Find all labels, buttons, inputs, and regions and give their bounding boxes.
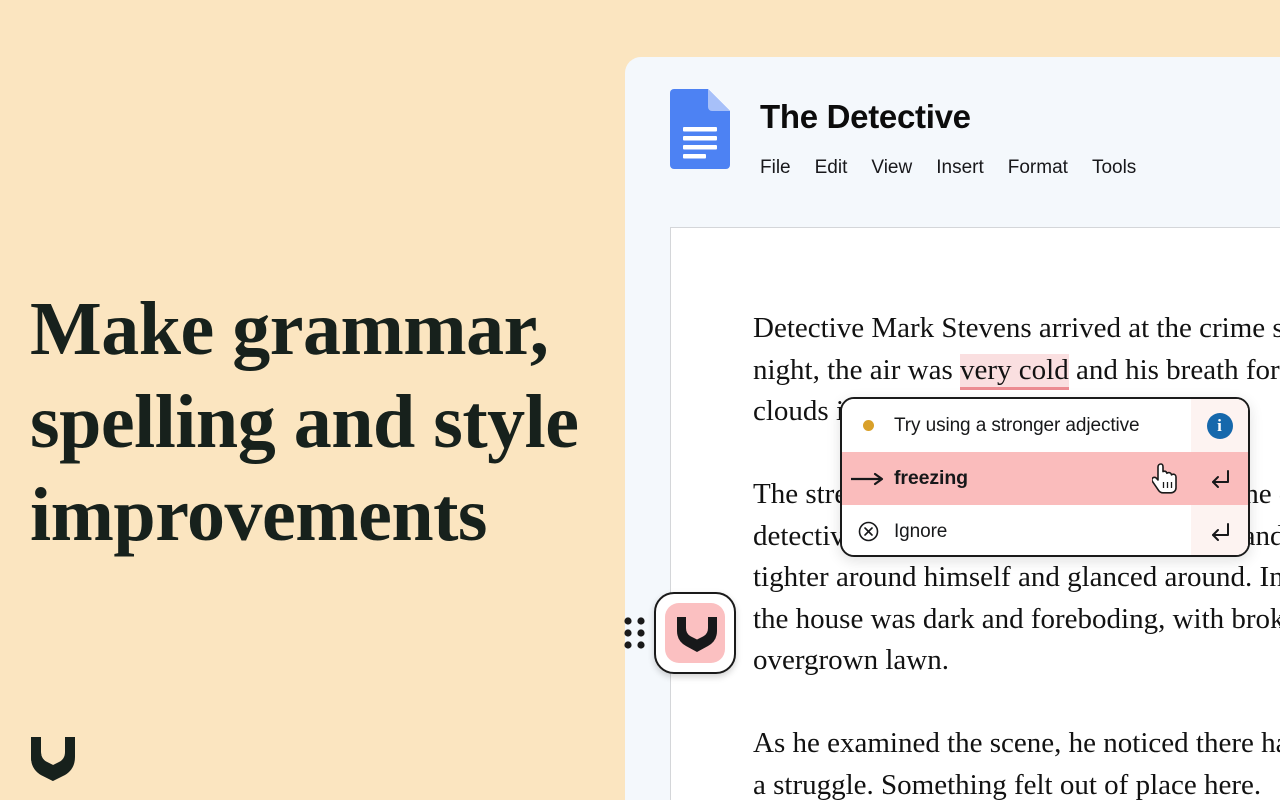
headline-word-make: Make [30,287,233,371]
wordtune-bird-logo-icon [29,735,77,781]
headline-comma: , [529,287,549,371]
suggestion-row-ignore[interactable]: Ignore [842,505,1248,555]
return-key-icon-ignore[interactable] [1191,505,1248,555]
pointing-hand-cursor [1151,462,1182,498]
grammar-highlight-very-cold[interactable]: very cold [959,353,1069,390]
suggestion-replacement-label: freezing [894,467,968,489]
suggestion-row-replacement[interactable]: freezing [842,452,1248,505]
page-headline: Make grammar, spelling and style improve… [30,283,620,562]
paragraph-3: As he examined the scene, he noticed the… [753,727,1280,800]
menu-item-insert[interactable]: Insert [936,157,984,179]
assistant-toggle-button[interactable] [654,592,736,674]
menu-bar: File Edit View Insert Format Tools [760,157,1136,179]
info-icon-badge: i [1206,412,1233,439]
headline-word-style: style [433,380,579,464]
google-docs-icon [670,89,730,169]
info-icon[interactable]: i [1191,399,1248,452]
drag-dots-icon[interactable] [624,617,646,649]
wordtune-bird-logo-icon [677,617,717,652]
suggestion-ignore-label: Ignore [894,520,948,542]
headline-word-grammar: grammar [232,287,530,371]
bullet-dot-icon [842,420,894,431]
circle-x-icon [842,521,894,542]
grammar-suggestion-popup[interactable]: Try using a stronger adjective i freezin… [840,397,1250,557]
headline-word-improvements: improvements [30,473,487,557]
menu-item-view[interactable]: View [871,157,912,179]
marketing-pane: Make grammar, spelling and style improve… [0,0,625,800]
menu-item-tools[interactable]: Tools [1092,157,1136,179]
assistant-widget-dock [624,592,744,674]
suggestion-hint-label: Try using a stronger adjective [894,414,1140,436]
menu-item-format[interactable]: Format [1008,157,1068,179]
headline-word-spelling: spelling [30,380,276,464]
page-title: The Detective [760,98,971,135]
suggestion-row-hint: Try using a stronger adjective i [842,399,1248,452]
menu-item-edit[interactable]: Edit [815,157,848,179]
return-key-icon-replacement[interactable] [1191,452,1248,505]
headline-word-and: and [275,380,434,464]
arrow-right-icon [842,472,894,486]
menu-item-file[interactable]: File [760,157,791,179]
app-header: The Detective File Edit View Insert Form… [625,57,1280,227]
